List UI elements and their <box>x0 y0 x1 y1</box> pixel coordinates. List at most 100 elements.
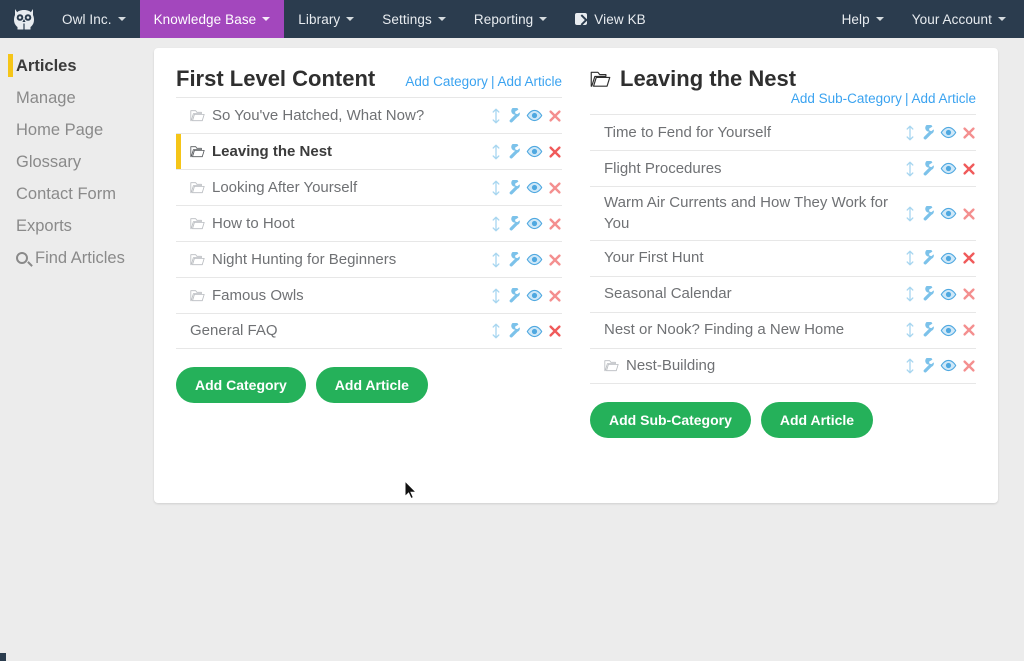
delete-icon[interactable] <box>962 323 976 337</box>
wrench-icon[interactable] <box>921 161 935 177</box>
delete-icon[interactable] <box>962 251 976 265</box>
nav-item-view-kb[interactable]: View KB <box>561 0 659 38</box>
add-article-link[interactable]: Add Article <box>911 91 976 106</box>
eye-icon[interactable] <box>526 145 543 158</box>
add-sub-category-link[interactable]: Add Sub-Category <box>791 91 902 106</box>
reorder-icon[interactable] <box>904 250 916 266</box>
delete-icon[interactable] <box>548 145 562 159</box>
nav-item-help[interactable]: Help <box>828 0 898 38</box>
eye-icon[interactable] <box>940 207 957 220</box>
delete-icon[interactable] <box>962 162 976 176</box>
reorder-icon[interactable] <box>490 144 502 160</box>
wrench-icon[interactable] <box>507 323 521 339</box>
nav-item-reporting[interactable]: Reporting <box>460 0 561 38</box>
delete-icon[interactable] <box>962 287 976 301</box>
sidebar-item-manage[interactable]: Manage <box>0 82 154 114</box>
delete-icon[interactable] <box>548 289 562 303</box>
list-item[interactable]: Famous Owls <box>176 277 562 313</box>
add-sub-category-button[interactable]: Add Sub-Category <box>590 402 751 438</box>
list-item[interactable]: Warm Air Currents and How They Work for … <box>590 186 976 240</box>
wrench-icon[interactable] <box>921 358 935 374</box>
list-item[interactable]: Leaving the Nest <box>176 133 562 169</box>
chevron-down-icon <box>118 17 126 21</box>
list-item[interactable]: Nest-Building <box>590 348 976 384</box>
wrench-icon[interactable] <box>507 252 521 268</box>
reorder-icon[interactable] <box>904 206 916 222</box>
nav-item-settings[interactable]: Settings <box>368 0 460 38</box>
nav-item-knowledge-base[interactable]: Knowledge Base <box>140 0 285 38</box>
row-actions <box>490 180 562 196</box>
wrench-icon[interactable] <box>921 125 935 141</box>
eye-icon[interactable] <box>526 289 543 302</box>
list-item[interactable]: Night Hunting for Beginners <box>176 241 562 277</box>
folder-icon <box>190 217 205 230</box>
sidebar-item-contact-form[interactable]: Contact Form <box>0 178 154 210</box>
add-category-link[interactable]: Add Category <box>405 74 488 89</box>
sidebar-item-find-articles[interactable]: Find Articles <box>0 242 154 274</box>
delete-icon[interactable] <box>548 109 562 123</box>
list-item[interactable]: Flight Procedures <box>590 150 976 186</box>
add-article-button[interactable]: Add Article <box>761 402 873 438</box>
reorder-icon[interactable] <box>490 252 502 268</box>
wrench-icon[interactable] <box>507 180 521 196</box>
delete-icon[interactable] <box>962 359 976 373</box>
wrench-icon[interactable] <box>921 322 935 338</box>
list-item[interactable]: General FAQ <box>176 313 562 349</box>
delete-icon[interactable] <box>548 253 562 267</box>
add-article-link[interactable]: Add Article <box>497 74 562 89</box>
list-item[interactable]: Looking After Yourself <box>176 169 562 205</box>
delete-icon[interactable] <box>962 126 976 140</box>
reorder-icon[interactable] <box>490 323 502 339</box>
eye-icon[interactable] <box>940 288 957 301</box>
reorder-icon[interactable] <box>490 216 502 232</box>
eye-icon[interactable] <box>526 217 543 230</box>
sidebar-item-glossary[interactable]: Glossary <box>0 146 154 178</box>
wrench-icon[interactable] <box>507 108 521 124</box>
reorder-icon[interactable] <box>904 322 916 338</box>
eye-icon[interactable] <box>526 109 543 122</box>
wrench-icon[interactable] <box>921 206 935 222</box>
list-item[interactable]: Your First Hunt <box>590 240 976 276</box>
sidebar-item-exports[interactable]: Exports <box>0 210 154 242</box>
eye-icon[interactable] <box>526 253 543 266</box>
delete-icon[interactable] <box>548 181 562 195</box>
reorder-icon[interactable] <box>904 286 916 302</box>
owl-logo-icon[interactable] <box>0 0 48 38</box>
row-actions <box>904 206 976 222</box>
nav-item-library[interactable]: Library <box>284 0 368 38</box>
reorder-icon[interactable] <box>490 288 502 304</box>
content-card: First Level Content Add Category|Add Art… <box>154 48 998 503</box>
delete-icon[interactable] <box>962 207 976 221</box>
wrench-icon[interactable] <box>921 250 935 266</box>
nav-item-owl-inc[interactable]: Owl Inc. <box>48 0 140 38</box>
add-category-button[interactable]: Add Category <box>176 367 306 403</box>
delete-icon[interactable] <box>548 217 562 231</box>
nav-item-your-account[interactable]: Your Account <box>898 0 1024 38</box>
delete-icon[interactable] <box>548 324 562 338</box>
reorder-icon[interactable] <box>490 180 502 196</box>
eye-icon[interactable] <box>940 359 957 372</box>
wrench-icon[interactable] <box>507 144 521 160</box>
eye-icon[interactable] <box>526 325 543 338</box>
eye-icon[interactable] <box>940 162 957 175</box>
list-item[interactable]: So You've Hatched, What Now? <box>176 97 562 133</box>
reorder-icon[interactable] <box>904 358 916 374</box>
reorder-icon[interactable] <box>490 108 502 124</box>
reorder-icon[interactable] <box>904 161 916 177</box>
wrench-icon[interactable] <box>921 286 935 302</box>
eye-icon[interactable] <box>940 252 957 265</box>
eye-icon[interactable] <box>526 181 543 194</box>
list-item[interactable]: Nest or Nook? Finding a New Home <box>590 312 976 348</box>
add-article-button[interactable]: Add Article <box>316 367 428 403</box>
sidebar-item-articles[interactable]: Articles <box>0 50 154 82</box>
wrench-icon[interactable] <box>507 288 521 304</box>
list-item[interactable]: How to Hoot <box>176 205 562 241</box>
eye-icon[interactable] <box>940 324 957 337</box>
eye-icon[interactable] <box>940 126 957 139</box>
reorder-icon[interactable] <box>904 125 916 141</box>
nav-item-label: Your Account <box>912 12 992 27</box>
list-item[interactable]: Seasonal Calendar <box>590 276 976 312</box>
wrench-icon[interactable] <box>507 216 521 232</box>
list-item[interactable]: Time to Fend for Yourself <box>590 114 976 150</box>
sidebar-item-home-page[interactable]: Home Page <box>0 114 154 146</box>
